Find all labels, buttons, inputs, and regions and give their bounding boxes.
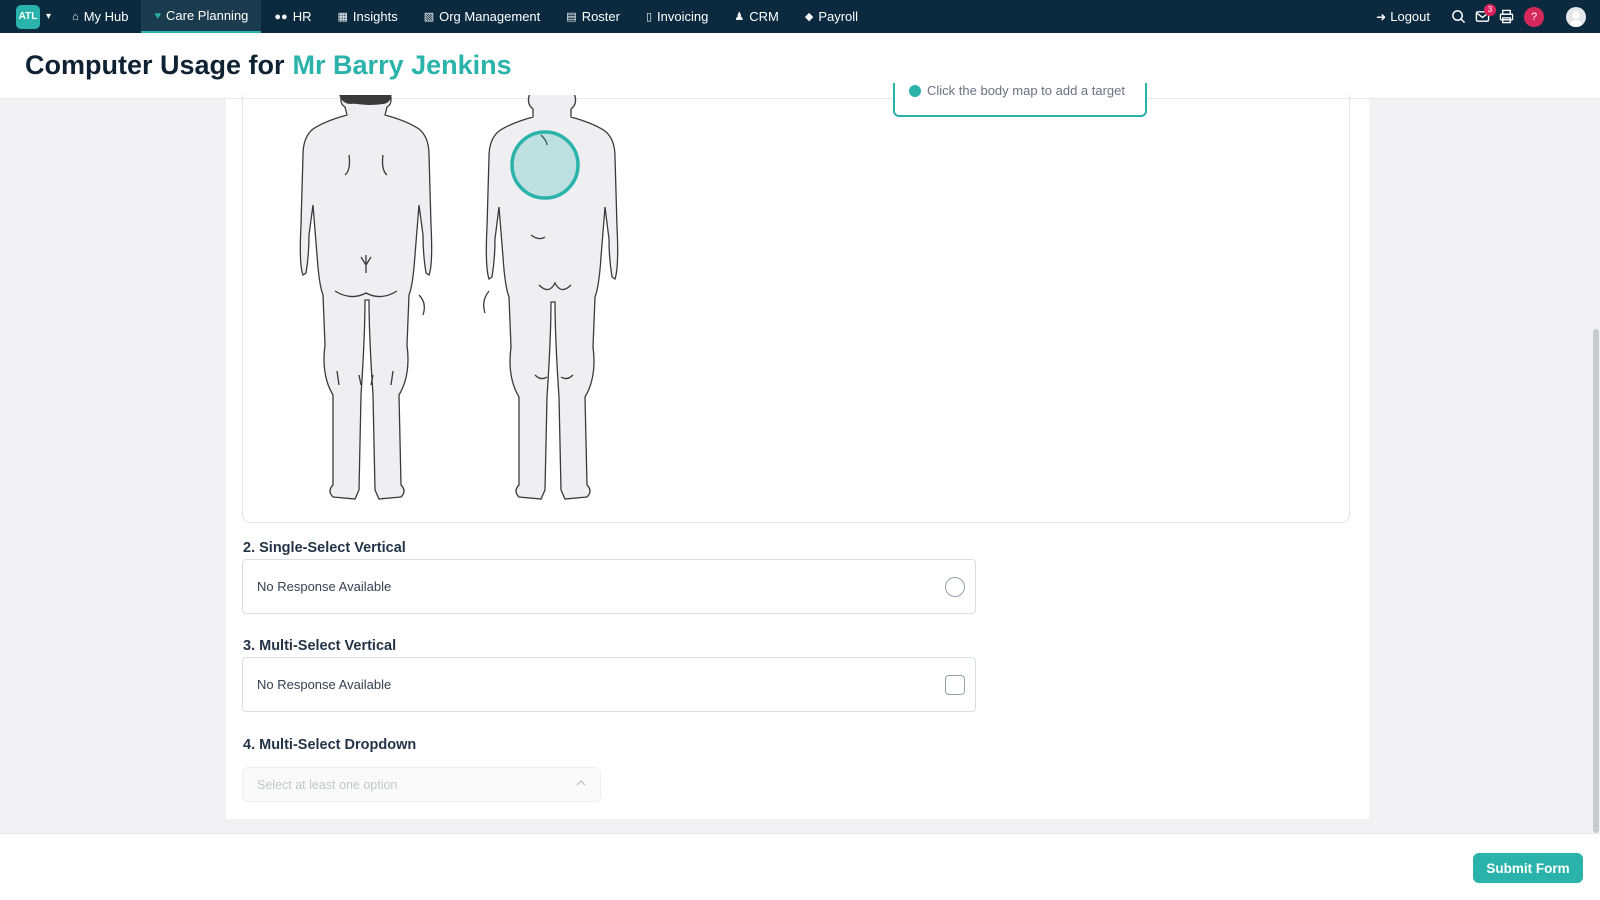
- selected-target-chest[interactable]: [510, 130, 580, 200]
- nav-actions: ➜ Logout 3 ?: [1376, 0, 1600, 33]
- nav-item-roster[interactable]: ▤ Roster: [553, 0, 633, 33]
- nav-item-label: Payroll: [818, 9, 859, 24]
- body-map-hint-text: Click the body map to add a target: [927, 83, 1126, 98]
- page-title-prefix: Computer Usage for: [25, 50, 285, 80]
- page-title: Computer Usage for Mr Barry Jenkins: [25, 50, 512, 81]
- scrollbar-thumb[interactable]: [1593, 329, 1599, 833]
- chevron-up-icon: [576, 779, 586, 786]
- body-map-hint: Click the body map to add a target: [893, 83, 1147, 117]
- nav-item-label: CRM: [749, 9, 779, 24]
- users-icon: ●●: [274, 10, 288, 23]
- client-name: Mr Barry Jenkins: [292, 50, 512, 80]
- messages-button[interactable]: 3: [1470, 3, 1496, 29]
- option-text: No Response Available: [257, 677, 392, 692]
- heart-icon: ♥: [154, 9, 162, 22]
- tag-icon: ◆: [804, 11, 814, 23]
- checkbox[interactable]: [945, 675, 965, 695]
- question-2-label: 2. Single-Select Vertical: [243, 540, 406, 556]
- nav-item-org-management[interactable]: ▧ Org Management: [411, 0, 554, 33]
- chevron-down-icon: ▾: [46, 11, 52, 22]
- logout-button[interactable]: ➜ Logout: [1376, 9, 1430, 24]
- body-figure-back[interactable]: [299, 95, 433, 500]
- page-header: Computer Usage for Mr Barry Jenkins: [0, 33, 1600, 99]
- question-4-label: 4. Multi-Select Dropdown: [243, 737, 417, 753]
- nav-item-my-hub[interactable]: ⌂ My Hub: [59, 0, 141, 33]
- org-switcher[interactable]: ATL ▾: [16, 4, 52, 29]
- printer-icon: [1499, 9, 1513, 24]
- file-icon: ▯: [645, 11, 653, 23]
- print-button[interactable]: [1494, 5, 1518, 29]
- nav-item-label: HR: [292, 9, 312, 24]
- single-select-option[interactable]: No Response Available: [242, 559, 976, 614]
- question-3-label: 3. Multi-Select Vertical: [243, 638, 397, 654]
- nav-item-insights[interactable]: ▦ Insights: [324, 0, 410, 33]
- chart-icon: ▦: [337, 11, 348, 23]
- nav-item-label: My Hub: [83, 9, 129, 24]
- form-footer: Submit Form: [0, 833, 1600, 900]
- option-text: No Response Available: [257, 579, 392, 594]
- nav-item-payroll[interactable]: ◆ Payroll: [792, 0, 871, 33]
- calendar-icon: ▤: [566, 11, 577, 23]
- home-icon: ⌂: [72, 10, 79, 23]
- nav-item-label: Care Planning: [166, 8, 249, 23]
- body-map[interactable]: [273, 95, 633, 515]
- radio-button[interactable]: [945, 577, 965, 597]
- contacts-icon: ♟: [734, 11, 745, 23]
- form-card: Click the body map to add a target 2. Si…: [226, 83, 1369, 819]
- help-button[interactable]: ?: [1524, 6, 1544, 27]
- search-button[interactable]: [1446, 5, 1470, 29]
- nav-item-hr[interactable]: ●● HR: [261, 0, 324, 33]
- nav-item-label: Roster: [581, 9, 620, 24]
- nav-item-care-planning[interactable]: ♥ Care Planning: [141, 0, 262, 33]
- building-icon: ▧: [423, 11, 435, 23]
- page-scrollbar[interactable]: [1591, 99, 1600, 833]
- org-logo: ATL: [16, 4, 40, 29]
- nav-item-label: Insights: [352, 9, 398, 24]
- info-icon: [909, 85, 921, 97]
- submit-form-button[interactable]: Submit Form: [1473, 853, 1583, 883]
- body-map-panel: Click the body map to add a target: [242, 83, 1350, 523]
- multi-select-dropdown[interactable]: Select at least one option: [242, 767, 601, 802]
- dropdown-placeholder: Select at least one option: [257, 778, 398, 792]
- nav-item-label: Invoicing: [657, 9, 709, 24]
- logout-label: Logout: [1390, 9, 1430, 24]
- user-avatar[interactable]: [1566, 6, 1586, 27]
- nav-item-label: Org Management: [439, 9, 541, 24]
- top-navigation: ATL ▾ ⌂ My Hub ♥ Care Planning ●● HR ▦ I…: [0, 0, 1600, 33]
- nav-item-crm[interactable]: ♟ CRM: [721, 0, 791, 33]
- search-icon: [1451, 10, 1465, 24]
- nav-item-invoicing[interactable]: ▯ Invoicing: [633, 0, 721, 33]
- logout-icon: ➜: [1376, 9, 1387, 24]
- multi-select-option[interactable]: No Response Available: [242, 657, 976, 712]
